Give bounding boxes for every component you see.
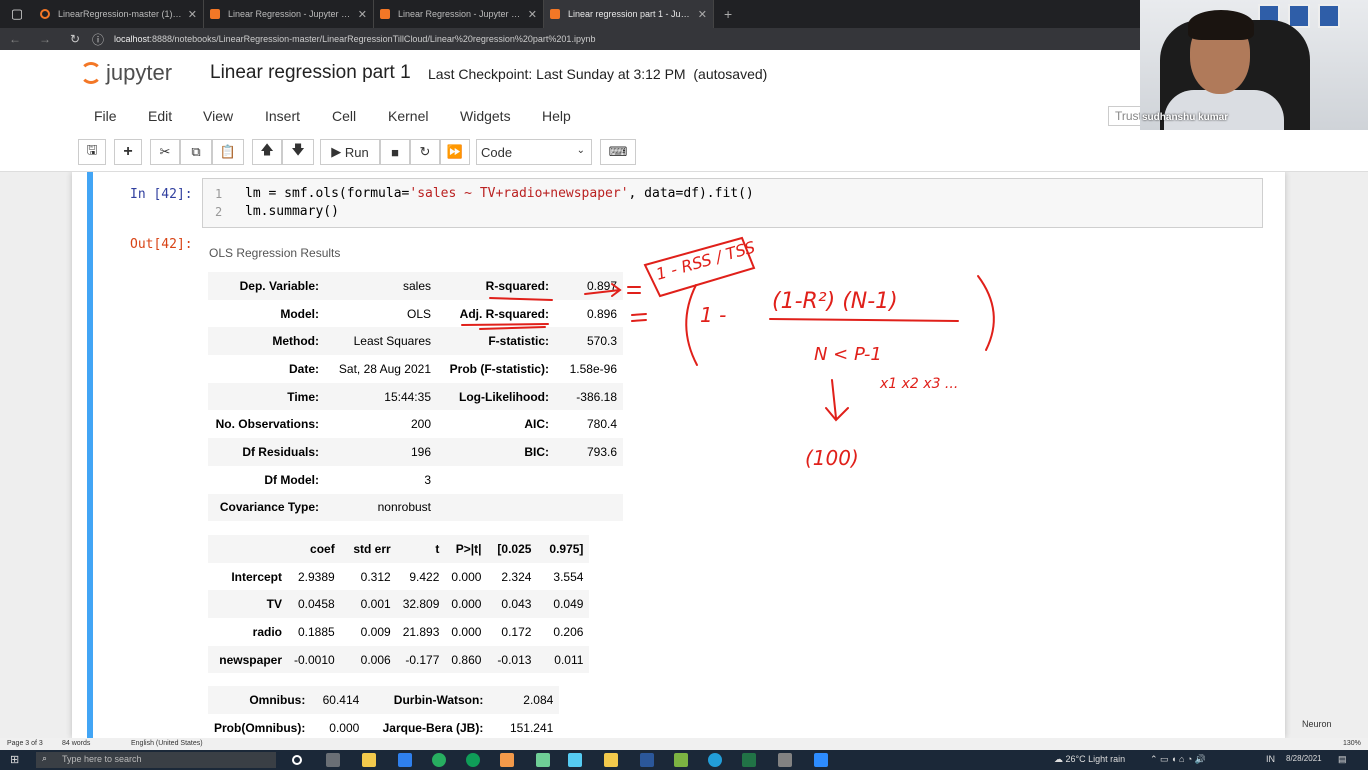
arrow-to-r2	[584, 283, 622, 297]
arrow-down	[825, 379, 849, 422]
search-icon: ⌕	[42, 753, 48, 763]
windows-start-icon[interactable]: ⊞	[10, 753, 19, 766]
word-status-bar: Page 3 of 3 84 words English (United Sta…	[0, 738, 1368, 750]
notifications-icon[interactable]: ▤	[1338, 754, 1347, 765]
webcam-overlay: sudhanshu kumar	[1140, 0, 1368, 130]
underline-r-squared	[489, 297, 553, 301]
hw-condition: N < P-1	[814, 344, 882, 365]
app-icon[interactable]	[778, 753, 792, 767]
telegram-icon[interactable]	[708, 753, 722, 767]
hw-box-note: 1 - RSS / TSS	[654, 237, 757, 283]
task-view-icon[interactable]	[326, 753, 340, 767]
excel-icon[interactable]	[742, 753, 756, 767]
presenter-hair	[1188, 10, 1254, 40]
zoom-level[interactable]: 130%	[1343, 740, 1361, 747]
search-placeholder: Type here to search	[62, 754, 142, 764]
store-icon[interactable]	[500, 753, 514, 767]
app-icon[interactable]	[568, 753, 582, 767]
fraction-line	[769, 318, 959, 322]
hw-formula-left: 1 -	[700, 303, 726, 327]
presenter-body	[1164, 90, 1284, 130]
taskbar-search[interactable]: Type here to search	[36, 752, 276, 768]
wall-frame	[1288, 4, 1310, 28]
weather-status[interactable]: ☁ 26°C Light rain	[1054, 754, 1125, 765]
hw-hundred: (100)	[805, 446, 859, 470]
file-explorer-icon[interactable]	[362, 753, 376, 767]
app-icon[interactable]	[674, 753, 688, 767]
sticky-notes-icon[interactable]	[604, 753, 618, 767]
wall-frame	[1318, 4, 1340, 28]
word-icon[interactable]	[640, 753, 654, 767]
hw-formula-top: (1-R²) (N-1)	[772, 289, 898, 314]
hw-vars: x1 x2 x3 ...	[879, 376, 958, 392]
weather-text: 26°C Light rain	[1065, 754, 1126, 764]
word-count[interactable]: 84 words	[62, 740, 90, 747]
page-count[interactable]: Page 3 of 3	[7, 740, 43, 747]
cloud-icon: ☁	[1054, 754, 1063, 764]
underline-adj-r2	[461, 323, 549, 330]
presenter-name: sudhanshu kumar	[1142, 112, 1229, 123]
system-tray-icons[interactable]: ⌃ ▭ ◖ ⌂ ◔ 🔊	[1150, 754, 1206, 765]
app-icon[interactable]	[536, 753, 550, 767]
language-status[interactable]: English (United States)	[131, 740, 203, 747]
edge-icon[interactable]	[466, 753, 480, 767]
paren-right	[977, 275, 995, 351]
zoom-icon[interactable]	[814, 753, 828, 767]
taskbar-date[interactable]: 8/28/2021	[1286, 754, 1322, 763]
mail-icon[interactable]	[398, 753, 412, 767]
double-line	[627, 286, 641, 294]
equals-sign	[631, 313, 647, 322]
chrome-icon[interactable]	[432, 753, 446, 767]
input-language[interactable]: IN	[1266, 754, 1275, 764]
cortana-icon[interactable]	[292, 755, 302, 765]
windows-taskbar: ⊞ Type here to search ⌕ ☁ 26°C Light rai…	[0, 750, 1368, 770]
paren-left	[685, 284, 698, 366]
